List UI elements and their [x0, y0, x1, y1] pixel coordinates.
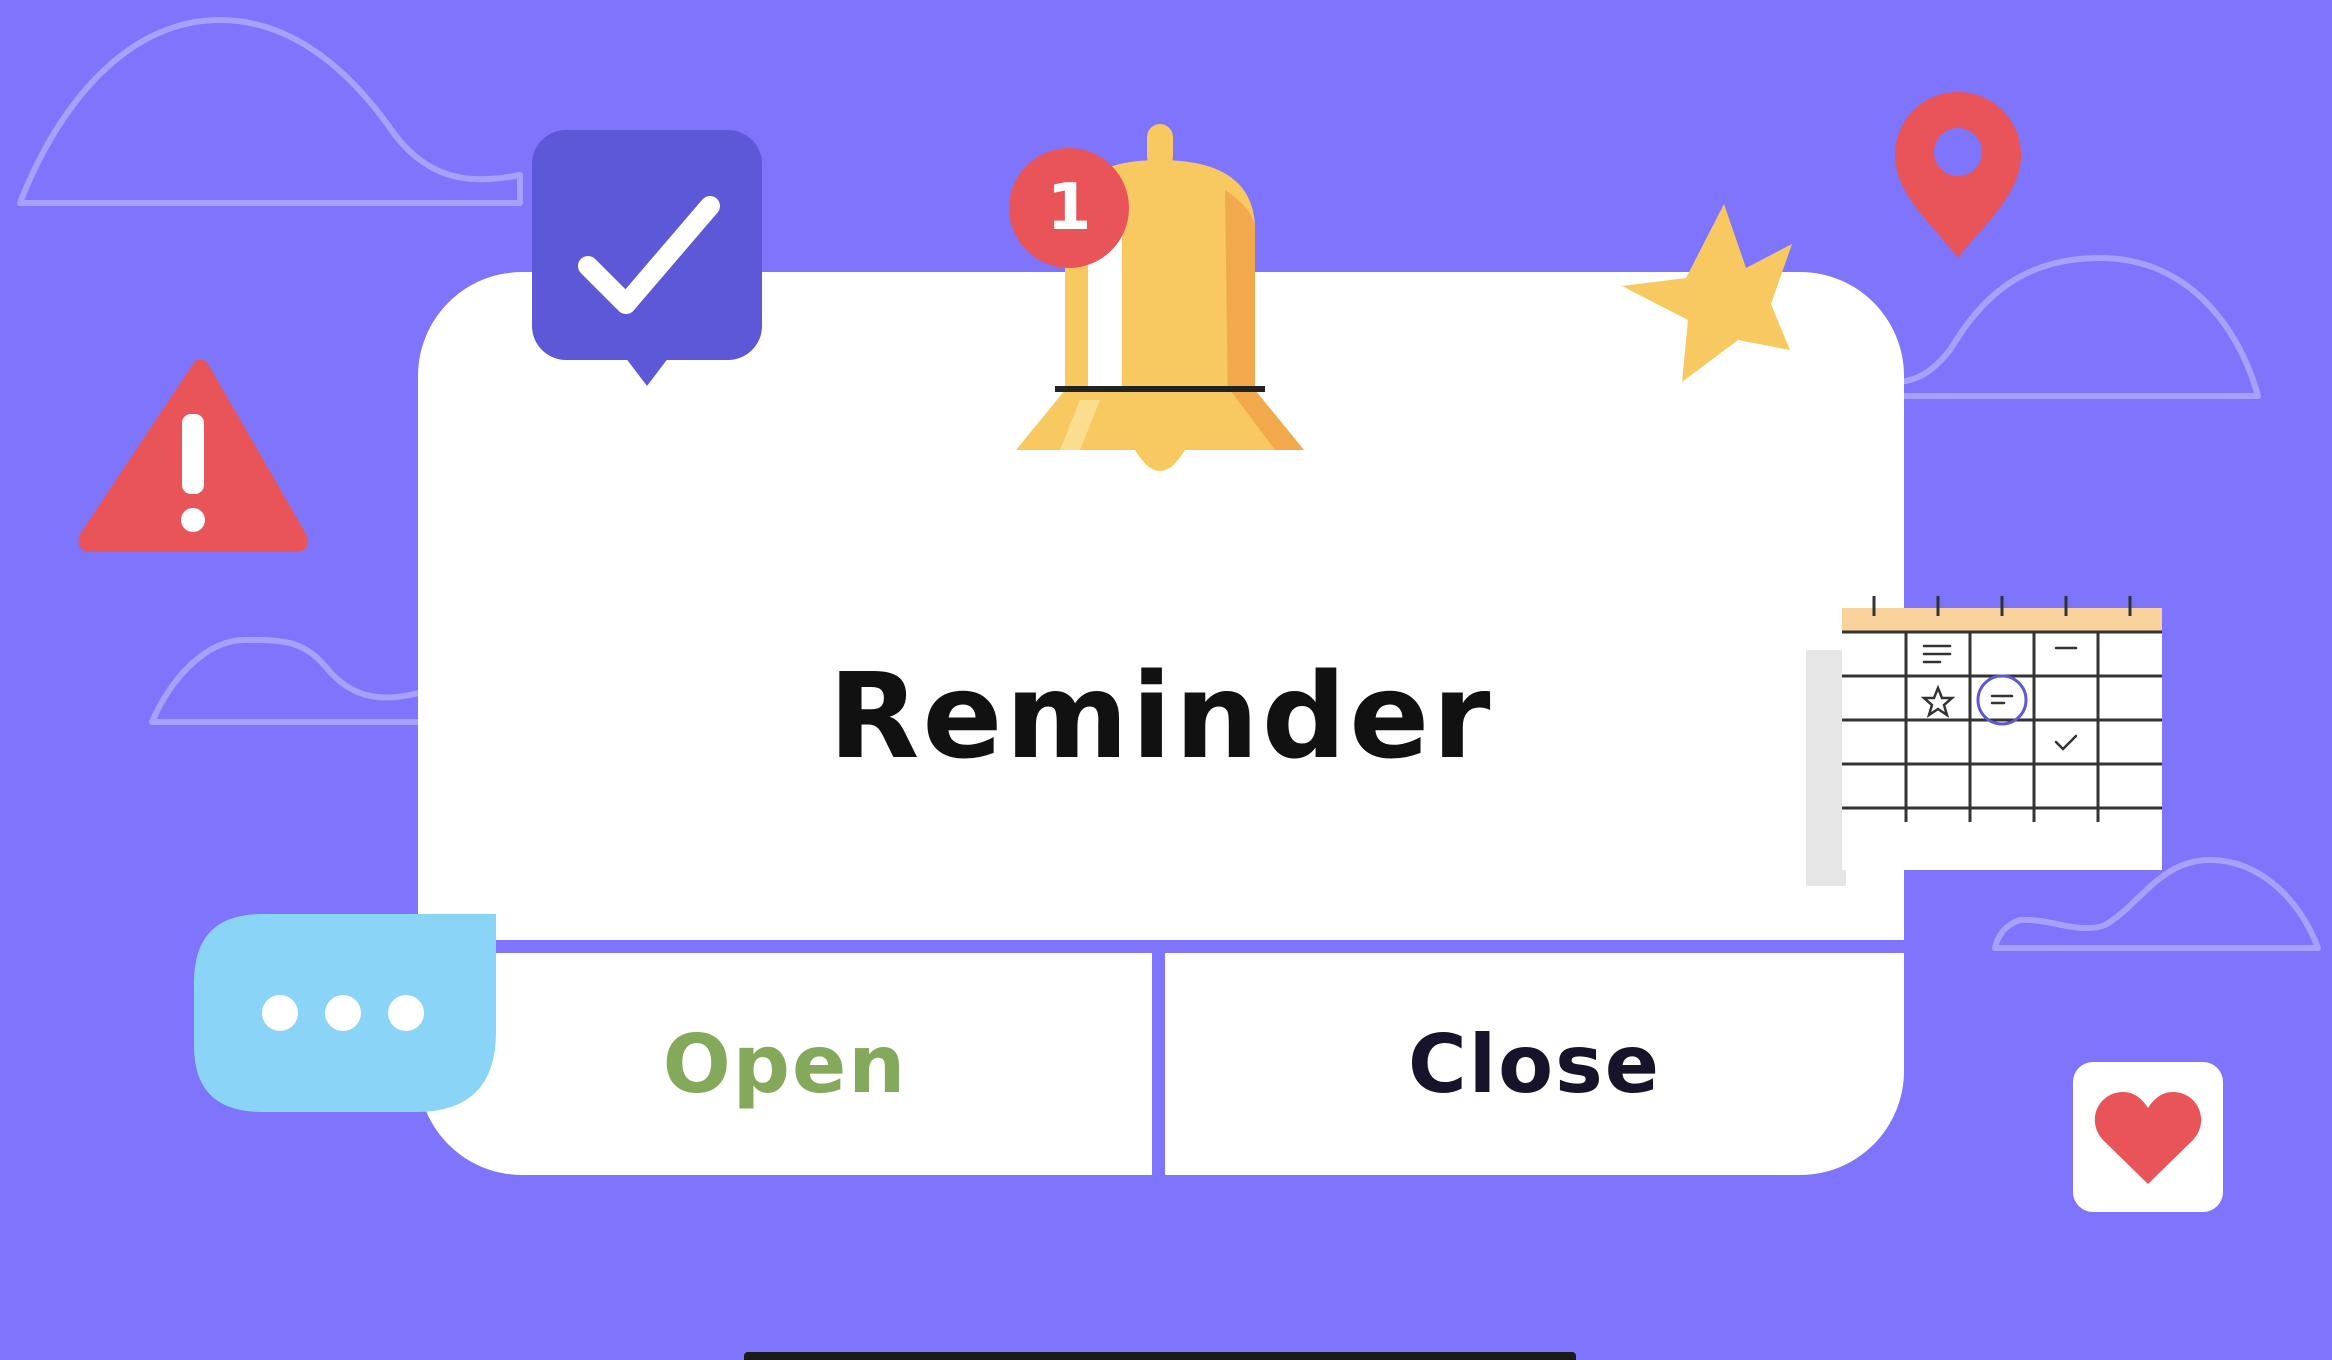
calendar-icon — [1806, 596, 2162, 886]
heart-card — [2073, 1062, 2223, 1212]
home-indicator — [744, 1352, 1576, 1360]
close-button[interactable]: Close — [1165, 953, 1904, 1175]
location-pin-icon — [1895, 92, 2021, 258]
notification-badge: 1 — [1009, 148, 1129, 268]
chat-bubble-icon — [194, 914, 496, 1112]
star-icon — [1622, 204, 1792, 382]
check-badge-icon — [532, 130, 762, 386]
open-button[interactable]: Open — [418, 953, 1152, 1175]
notification-count: 1 — [1046, 171, 1092, 245]
heart-icon — [2094, 1092, 2202, 1184]
dialog-title: Reminder — [828, 647, 1494, 785]
button-divider — [1152, 940, 1165, 1175]
warning-icon — [78, 359, 308, 552]
